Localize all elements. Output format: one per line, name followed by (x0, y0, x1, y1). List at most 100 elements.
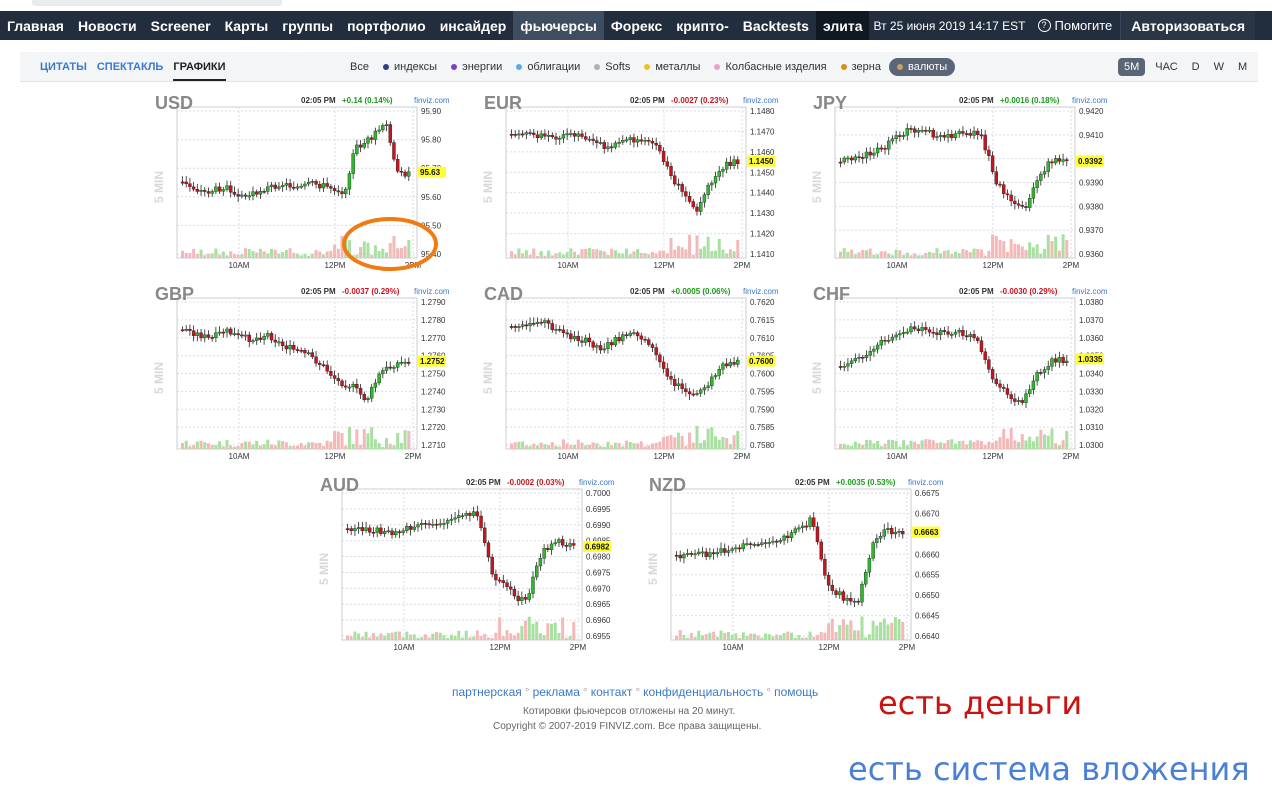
candle (512, 589, 517, 597)
nav-backtests[interactable]: Backtests (736, 11, 816, 40)
filter-2[interactable]: энергии (451, 61, 502, 73)
volume-bar (647, 445, 651, 449)
y-tick-label: 1.0310 (1079, 423, 1104, 432)
candle (878, 535, 883, 539)
chart-source-link[interactable]: finviz.com (1072, 287, 1108, 296)
volume-bar (871, 620, 875, 640)
chart-nzd[interactable]: 0.66750.66700.66650.66600.66550.66500.66… (646, 474, 946, 650)
volume-bar (498, 617, 502, 640)
candle (912, 326, 917, 330)
nav-crypto[interactable]: крипто- (669, 11, 736, 40)
nav-forex[interactable]: Форекс (604, 11, 669, 40)
tab-quotes[interactable]: ЦИТАТЫ (40, 52, 87, 81)
volume-bar (654, 253, 658, 258)
nav-insider[interactable]: инсайдер (433, 11, 514, 40)
volume-bar (939, 253, 943, 258)
login-button[interactable]: Авторизоваться (1120, 11, 1255, 40)
filter-4[interactable]: Softs (594, 61, 630, 73)
chart-source-link[interactable]: finviz.com (579, 478, 615, 487)
browser-tab-strip (0, 0, 1272, 11)
filter-8[interactable]: валюты (888, 57, 956, 76)
filter-1[interactable]: индексы (382, 61, 437, 73)
chart-source-link[interactable]: finviz.com (743, 287, 779, 296)
volume-bar (564, 637, 568, 640)
last-price-label: 0.9392 (1078, 157, 1103, 166)
footer-link-0[interactable]: партнерская (452, 685, 522, 699)
chart-source-link[interactable]: finviz.com (414, 287, 450, 296)
nav-screener[interactable]: Screener (144, 11, 218, 40)
volume-bar (819, 632, 823, 640)
filter-3[interactable]: облигации (516, 61, 580, 73)
filter-0[interactable]: Все (350, 61, 369, 73)
chart-source-link[interactable]: finviz.com (414, 96, 450, 105)
volume-bar (210, 445, 214, 449)
nav-maps[interactable]: Карты (218, 11, 276, 40)
nav-home[interactable]: Главная (0, 11, 71, 40)
volume-bar (1065, 430, 1069, 449)
nav-portfolio[interactable]: портфолио (340, 11, 433, 40)
candle (713, 375, 718, 378)
last-price-label: 0.6982 (585, 542, 610, 551)
chart-cad[interactable]: 0.76200.76150.76100.76050.76000.75950.75… (481, 283, 781, 459)
volume-bar (890, 439, 894, 449)
browser-tab[interactable] (32, 0, 282, 6)
candle (719, 548, 723, 553)
volume-bar (405, 631, 409, 640)
candle (423, 522, 428, 525)
chart-gbp[interactable]: 1.27901.27801.27701.27601.27501.27401.27… (152, 283, 452, 459)
candle (834, 590, 838, 595)
nav-futures[interactable]: фьючерсы (513, 11, 604, 40)
volume-bar (1002, 428, 1006, 449)
nav-news[interactable]: Новости (71, 11, 144, 40)
footer-link-1[interactable]: реклама (533, 685, 580, 699)
chart-jpy[interactable]: 0.94200.94100.94000.93900.93800.93700.93… (810, 92, 1110, 268)
candle (804, 525, 809, 528)
chart-source-link[interactable]: finviz.com (908, 478, 944, 487)
chart-change: -0.0030 (0.29%) (1000, 287, 1058, 296)
x-tick-label: 12PM (983, 452, 1004, 459)
chart-symbol: NZD (649, 475, 686, 495)
chart-source-link[interactable]: finviz.com (1072, 96, 1108, 105)
x-tick-label: 10AM (887, 452, 908, 459)
candle (1002, 184, 1006, 194)
candle (931, 331, 935, 334)
filter-6[interactable]: Колбасные изделия (714, 61, 827, 73)
timeframe-0[interactable]: 5M (1118, 57, 1146, 76)
nav-elite[interactable]: элита (815, 11, 870, 40)
volume-bar (550, 255, 554, 258)
timeframe-3[interactable]: W (1214, 61, 1224, 73)
y-tick-label: 1.1450 (750, 168, 775, 177)
filter-5[interactable]: металлы (644, 61, 700, 73)
footer-link-2[interactable]: контакт (591, 685, 633, 699)
chart-aud[interactable]: 0.70000.69950.69900.69850.69800.69750.69… (317, 474, 617, 650)
candle (580, 340, 584, 343)
volume-bar (591, 442, 595, 449)
candle (401, 530, 405, 533)
chart-eur[interactable]: 1.1480 1.1470 1.1460 1.1450 1.1440 1.1430 1.14… (481, 92, 781, 268)
volume-bar (303, 253, 307, 258)
nav-groups[interactable]: группы (275, 11, 340, 40)
volume-bar (721, 436, 725, 449)
timeframe-2[interactable]: D (1192, 61, 1200, 73)
candle (188, 329, 192, 331)
nav-help[interactable]: ? Помогите (1030, 11, 1121, 40)
chart-source-link[interactable]: finviz.com (743, 96, 779, 105)
tab-charts[interactable]: ГРАФИКИ (173, 52, 226, 81)
footer-link-4[interactable]: помощь (774, 685, 818, 699)
volume-bar (902, 440, 906, 449)
candle (180, 181, 185, 184)
filter-7[interactable]: зерна (840, 61, 881, 73)
volume-bar (857, 443, 861, 449)
volume-bar (935, 442, 939, 449)
y-tick-label: 1.2790 (421, 298, 446, 307)
volume-bar (568, 636, 572, 640)
candle (513, 134, 517, 136)
timeframe-1[interactable]: ЧАС (1155, 61, 1177, 73)
timeframe-4[interactable]: M (1238, 61, 1247, 73)
footer-link-3[interactable]: конфиденциальность (643, 685, 763, 699)
volume-bar (790, 632, 793, 640)
candle (721, 169, 725, 172)
volume-bar (699, 442, 703, 449)
tab-performance[interactable]: СПЕКТАКЛЬ (97, 52, 163, 81)
chart-chf[interactable]: 1.03801.03701.03601.03501.03401.03301.03… (810, 283, 1110, 459)
